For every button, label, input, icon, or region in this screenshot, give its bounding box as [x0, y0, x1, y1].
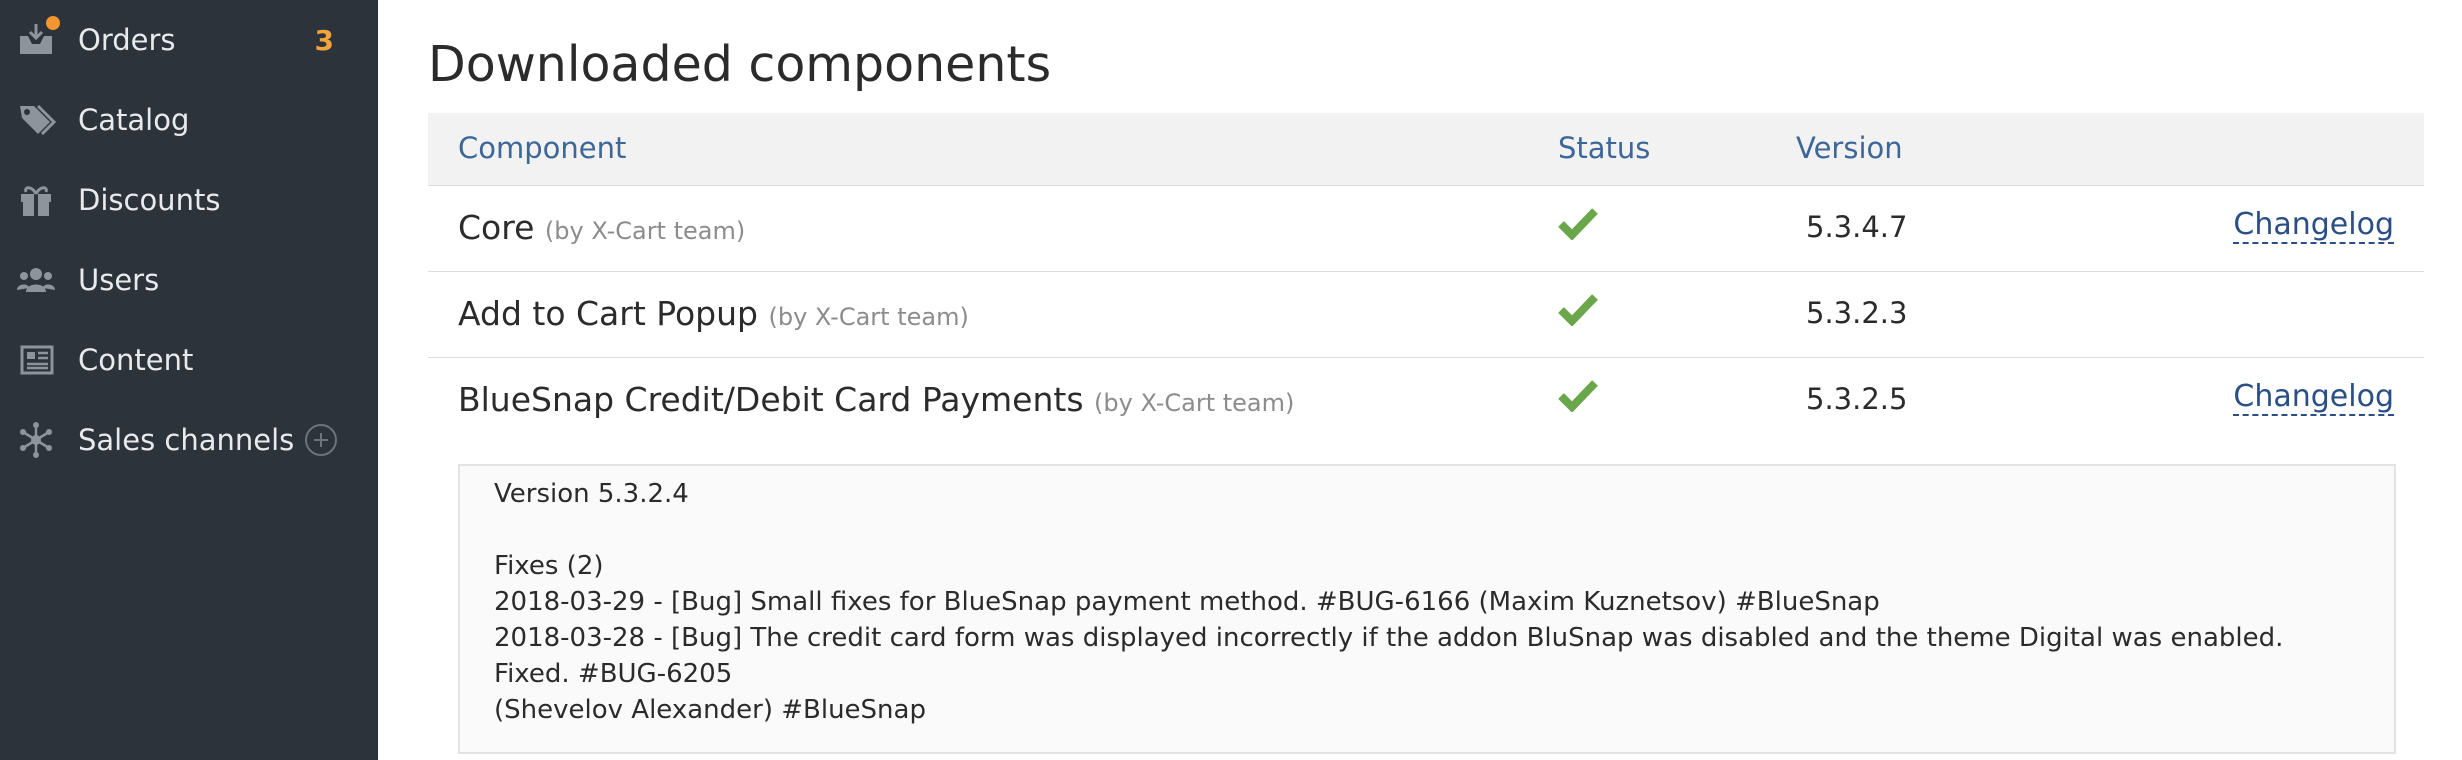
component-author: (by X-Cart team) [1094, 389, 1295, 417]
sidebar-item-discounts[interactable]: Discounts [0, 160, 378, 240]
sidebar-item-label: Orders [78, 23, 176, 57]
changelog-entry: (Shevelov Alexander) #BlueSnap [494, 695, 926, 725]
check-icon [1558, 292, 1598, 327]
users-icon [16, 260, 56, 300]
changelog-panel: Version 5.3.2.4 Fixes (2) 2018-03-29 - [… [458, 464, 2396, 754]
changelog-section: Fixes (2) [494, 551, 604, 581]
tags-icon [16, 100, 56, 140]
content-icon [16, 340, 56, 380]
column-header-status: Status [1558, 131, 1651, 165]
column-header-version: Version [1796, 131, 1903, 165]
component-name: Add to Cart Popup [458, 294, 758, 333]
sidebar-item-label: Users [78, 263, 160, 297]
component-cell: BlueSnap Credit/Debit Card Payments (by … [458, 380, 1294, 419]
gift-icon [16, 180, 56, 220]
version-value: 5.3.2.5 [1806, 382, 1908, 416]
add-sales-channel-icon[interactable] [305, 424, 337, 456]
changelog-entry: 2018-03-28 - [Bug] The credit card form … [494, 623, 2284, 689]
changelog-entry: 2018-03-29 - [Bug] Small fixes for BlueS… [494, 587, 1880, 617]
changelog-version: Version 5.3.2.4 [494, 479, 689, 509]
sidebar-item-label: Discounts [78, 183, 221, 217]
sidebar-item-content[interactable]: Content [0, 320, 378, 400]
component-author: (by X-Cart team) [544, 217, 746, 245]
table-row: Core (by X-Cart team) 5.3.4.7 Changelog [428, 186, 2424, 272]
component-cell: Core (by X-Cart team) [458, 208, 745, 247]
sidebar-item-label: Content [78, 343, 194, 377]
sidebar-item-catalog[interactable]: Catalog [0, 80, 378, 160]
changelog-link[interactable]: Changelog [2233, 380, 2394, 416]
check-icon [1558, 378, 1598, 413]
sidebar-item-users[interactable]: Users [0, 240, 378, 320]
table-row: Add to Cart Popup (by X-Cart team) 5.3.2… [428, 272, 2424, 358]
components-table: Component Status Version Core (by X-Cart… [428, 113, 2424, 443]
sidebar-item-sales-channels[interactable]: Sales channels [0, 400, 378, 480]
table-header: Component Status Version [428, 113, 2424, 186]
component-name: BlueSnap Credit/Debit Card Payments [458, 380, 1084, 419]
orders-icon [16, 16, 60, 60]
component-name: Core [458, 208, 535, 247]
network-icon [16, 420, 56, 460]
changelog-link[interactable]: Changelog [2233, 208, 2394, 244]
page-title: Downloaded components [428, 36, 1052, 93]
version-value: 5.3.2.3 [1806, 296, 1908, 330]
check-icon [1558, 206, 1598, 241]
sidebar-item-orders[interactable]: Orders 3 [0, 0, 378, 80]
component-author: (by X-Cart team) [768, 303, 969, 331]
component-cell: Add to Cart Popup (by X-Cart team) [458, 294, 969, 333]
sidebar-item-label: Sales channels [78, 423, 295, 457]
sidebar-item-label: Catalog [78, 103, 190, 137]
table-row: BlueSnap Credit/Debit Card Payments (by … [428, 358, 2424, 443]
column-header-component: Component [458, 131, 627, 165]
orders-count-badge: 3 [314, 23, 334, 57]
sidebar: Orders 3 Catalog Discounts Users Content… [0, 0, 378, 760]
version-value: 5.3.4.7 [1806, 210, 1908, 244]
